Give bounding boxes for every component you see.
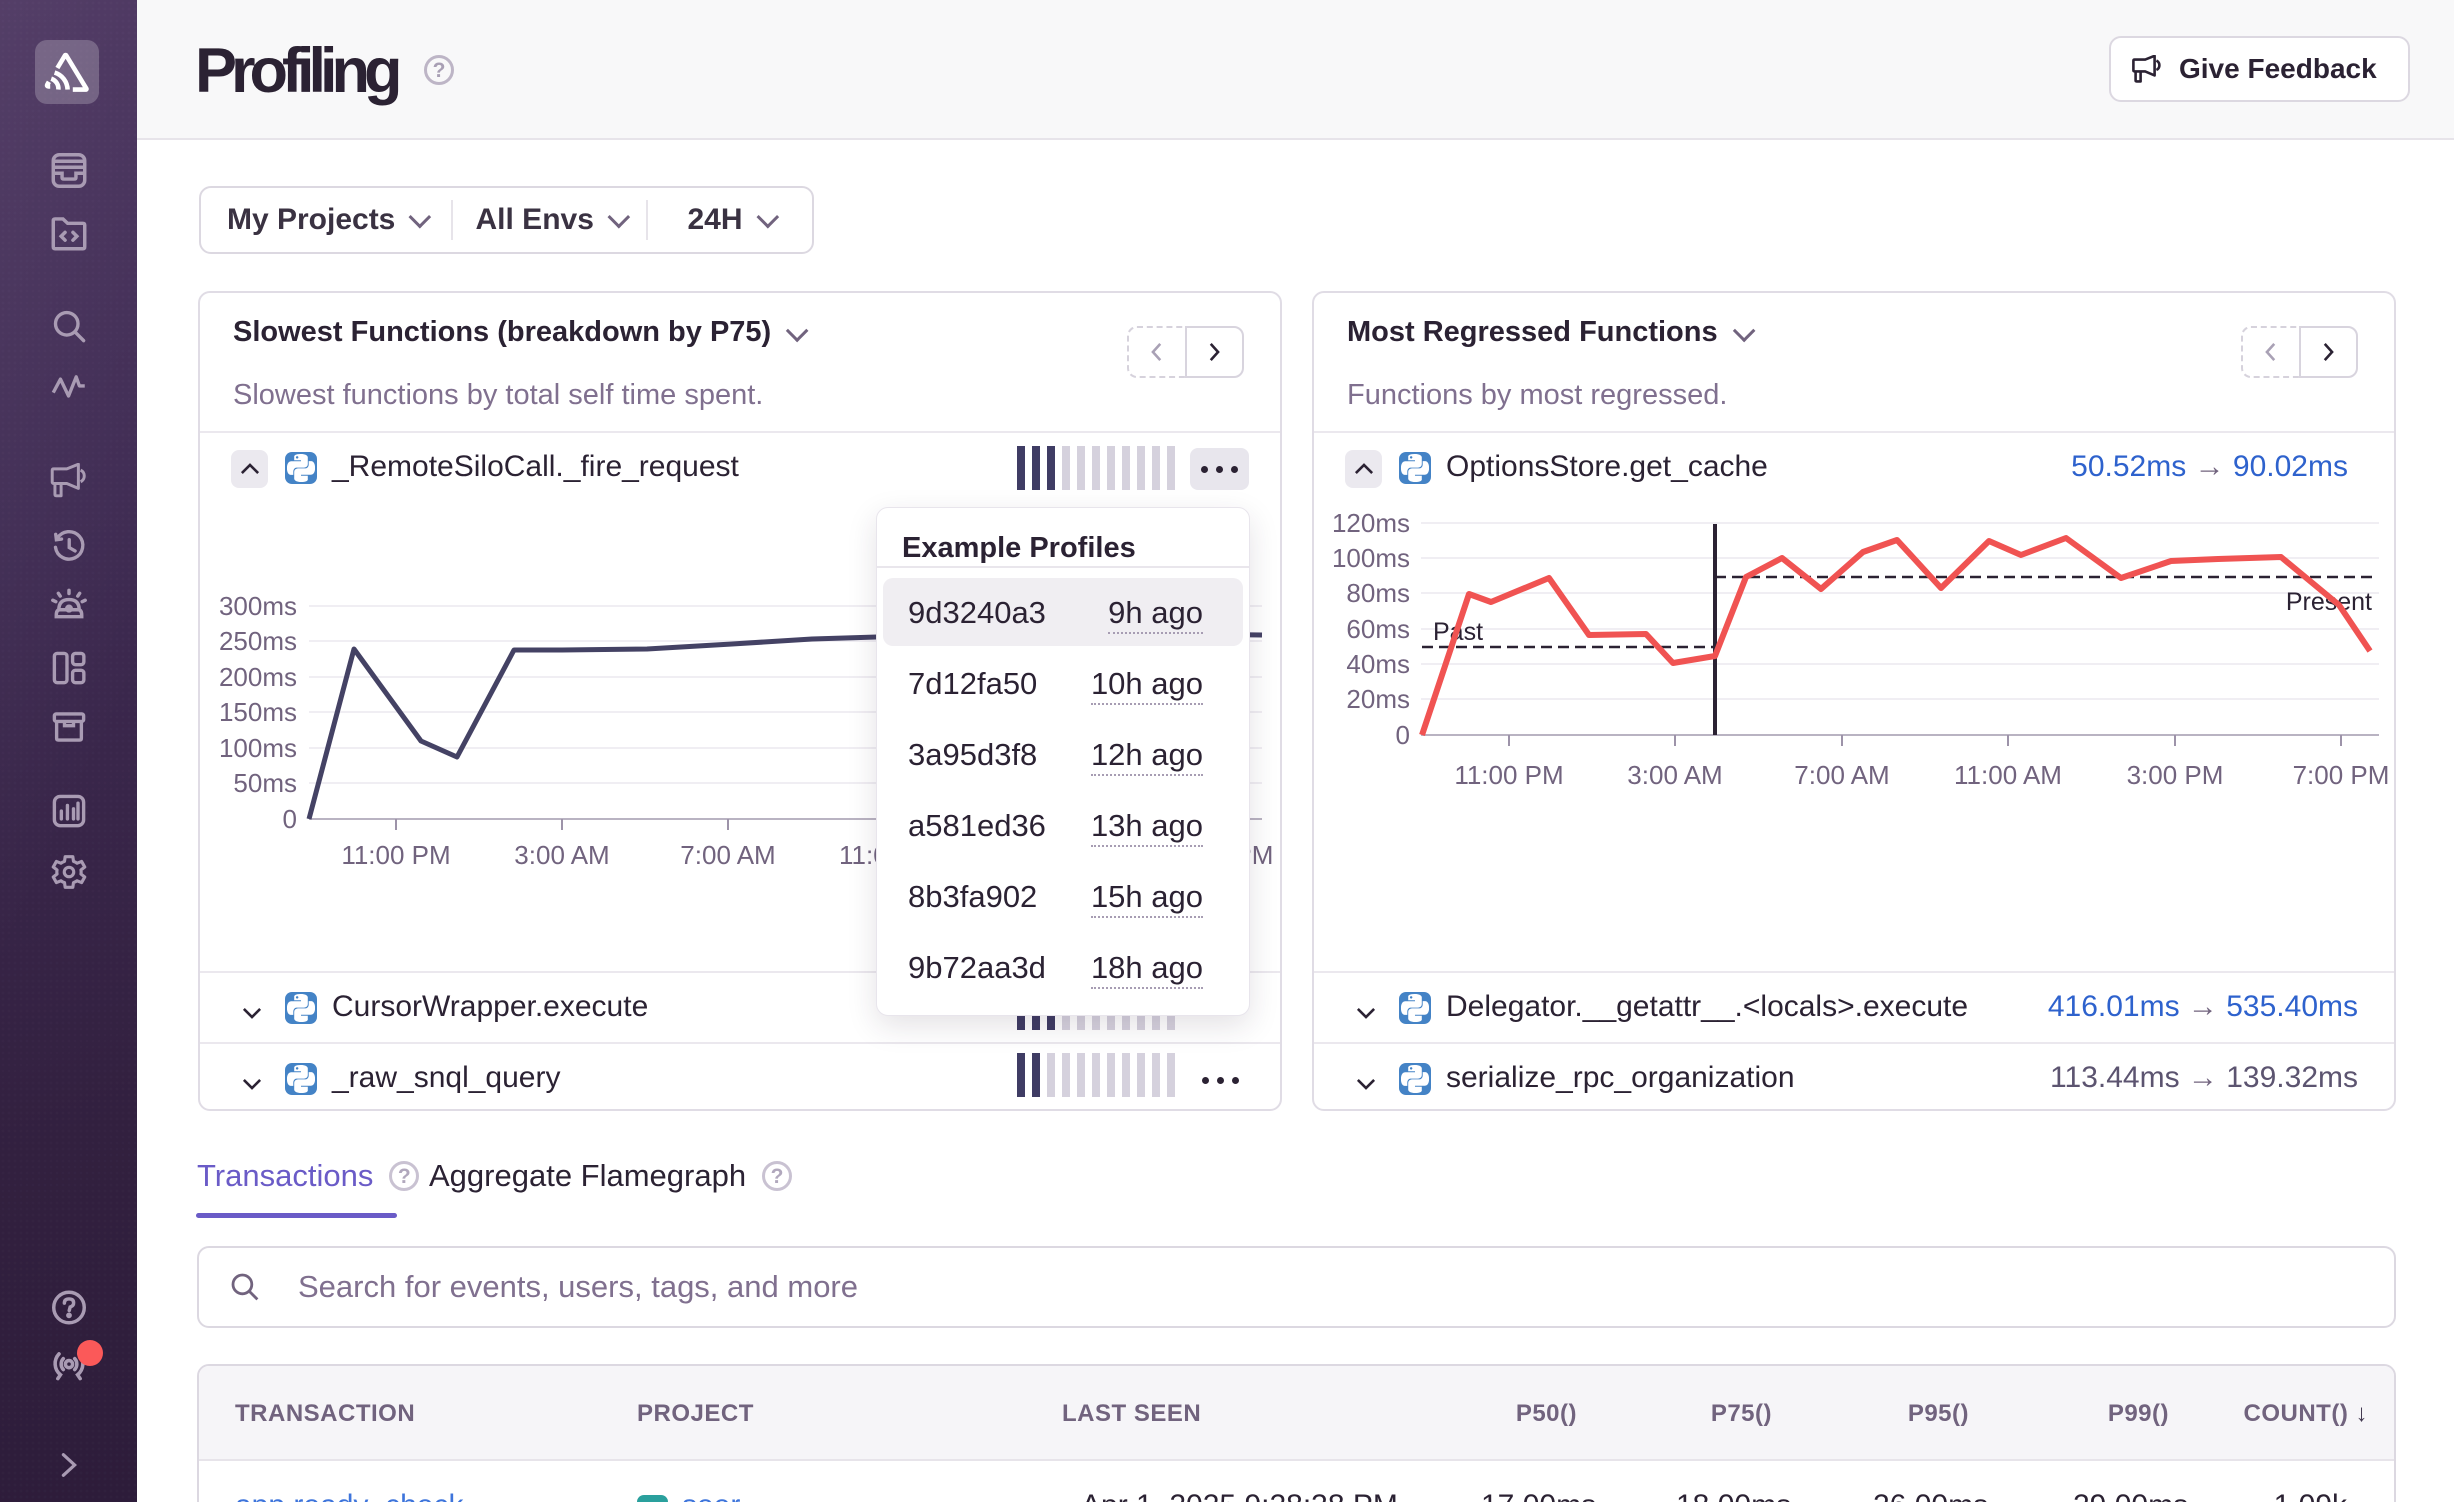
svg-text:60ms: 60ms (1346, 614, 1410, 644)
svg-text:0: 0 (283, 804, 297, 834)
svg-text:11:00 PM: 11:00 PM (341, 840, 450, 870)
svg-text:0: 0 (1396, 720, 1410, 750)
svg-text:11:00 AM: 11:00 AM (1954, 760, 2062, 790)
svg-text:3:00 AM: 3:00 AM (514, 840, 609, 870)
svg-text:7:00 AM: 7:00 AM (680, 840, 775, 870)
svg-text:Present: Present (2286, 588, 2372, 616)
svg-text:250ms: 250ms (219, 626, 297, 656)
svg-text:200ms: 200ms (219, 662, 297, 692)
svg-text:11:00 PM: 11:00 PM (1454, 760, 1563, 790)
svg-text:80ms: 80ms (1346, 578, 1410, 608)
svg-text:150ms: 150ms (219, 697, 297, 727)
svg-text:7:00 AM: 7:00 AM (1794, 760, 1889, 790)
svg-text:120ms: 120ms (1332, 508, 1410, 538)
svg-text:20ms: 20ms (1346, 684, 1410, 714)
svg-text:100ms: 100ms (219, 733, 297, 763)
svg-text:50ms: 50ms (233, 768, 297, 798)
svg-text:100ms: 100ms (1332, 543, 1410, 573)
svg-text:3:00 AM: 3:00 AM (1627, 760, 1722, 790)
svg-text:300ms: 300ms (219, 591, 297, 621)
svg-text:3:00 PM: 3:00 PM (2127, 760, 2224, 790)
svg-text:7:00 PM: 7:00 PM (2293, 760, 2390, 790)
svg-text:40ms: 40ms (1346, 649, 1410, 679)
